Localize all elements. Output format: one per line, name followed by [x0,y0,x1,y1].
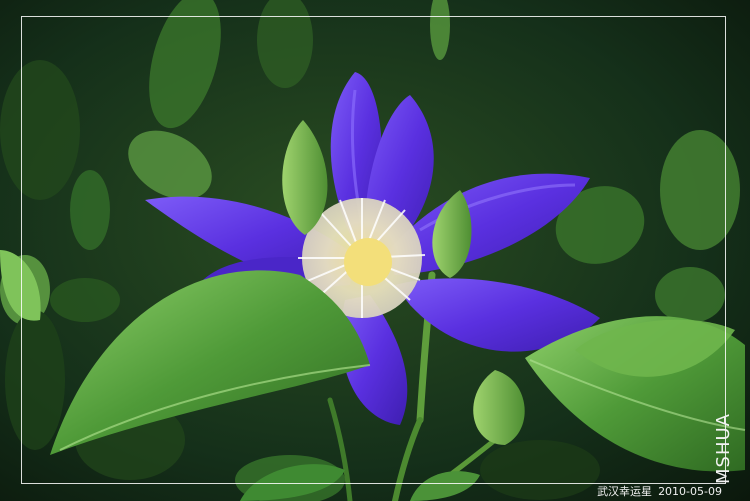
caption-text: 武汉幸运星 [597,485,653,498]
pistil-center [344,238,392,286]
flower-photo: MSHUA 武汉幸运星 2010-05-09 [0,0,750,501]
photo-caption: 武汉幸运星 2010-05-09 [591,484,722,501]
clematis-scene [0,0,750,501]
watermark-vertical-text: MSHUA [713,413,734,484]
caption-date: 2010-05-09 [658,485,722,498]
